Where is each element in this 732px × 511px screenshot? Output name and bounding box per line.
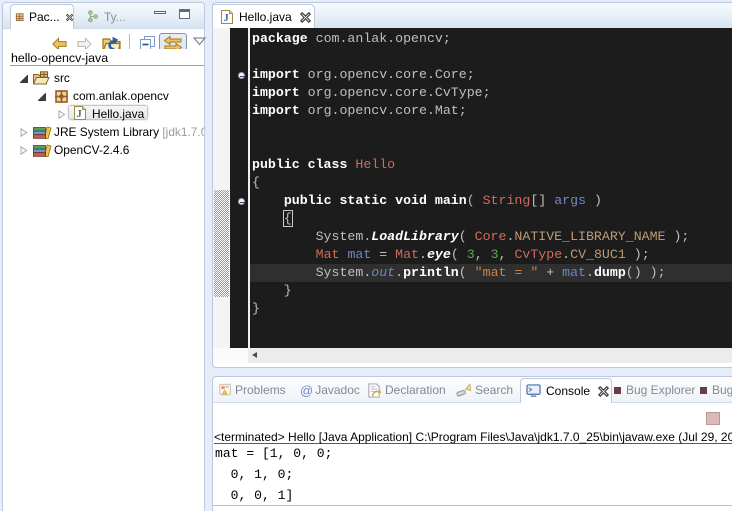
svg-text:J: J xyxy=(224,13,229,24)
svg-text:J: J xyxy=(77,109,82,120)
